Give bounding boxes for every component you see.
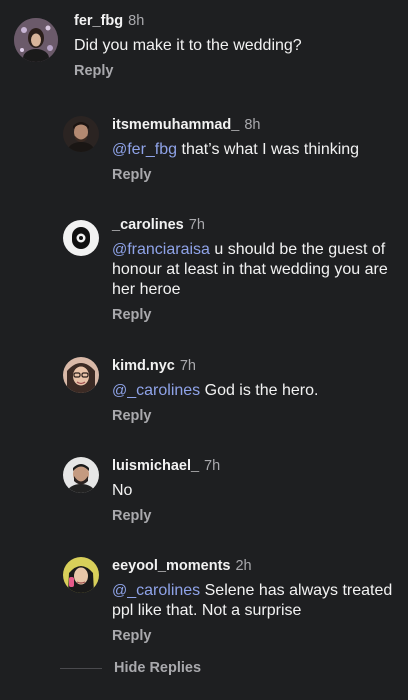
comment-text: @_carolines God is the hero. xyxy=(112,382,319,399)
mention-link[interactable]: @fer_fbg xyxy=(112,141,177,158)
username[interactable]: luismichael_ xyxy=(112,458,199,474)
username[interactable]: kimd.nyc xyxy=(112,358,175,374)
comment-text: No xyxy=(112,482,133,499)
avatar[interactable] xyxy=(63,357,99,393)
timestamp: 2h xyxy=(235,558,252,574)
avatar[interactable] xyxy=(63,557,99,593)
username[interactable]: _carolines xyxy=(112,217,184,233)
avatar[interactable] xyxy=(14,18,58,62)
hide-replies-button[interactable]: Hide Replies xyxy=(114,660,201,676)
hide-replies-row: Hide Replies xyxy=(60,660,201,676)
comment-text: @_carolines Selene has always treated pp… xyxy=(112,582,393,619)
timestamp: 7h xyxy=(188,217,205,233)
timestamp: 8h xyxy=(244,117,261,133)
timestamp: 8h xyxy=(128,13,145,29)
reply-button[interactable]: Reply xyxy=(112,306,400,324)
mention-link[interactable]: @_carolines xyxy=(112,382,200,399)
reply-button[interactable]: Reply xyxy=(112,166,400,184)
at-icon: @ xyxy=(112,382,128,399)
timestamp: 7h xyxy=(179,358,196,374)
reply-button[interactable]: Reply xyxy=(112,507,400,525)
at-icon: @ xyxy=(112,582,128,599)
username[interactable]: eeyool_moments xyxy=(112,558,230,574)
at-icon: @ xyxy=(112,141,128,158)
avatar[interactable] xyxy=(63,116,99,152)
divider-line xyxy=(60,667,102,669)
comment-text: @franciaraisa u should be the guest of h… xyxy=(112,241,388,298)
comment-text: Did you make it to the wedding? xyxy=(74,37,302,54)
avatar[interactable] xyxy=(63,457,99,493)
mention-link[interactable]: @_carolines xyxy=(112,582,200,599)
comments-thread: fer_fbg 8h Did you make it to the wedding… xyxy=(0,0,408,700)
reply-button[interactable]: Reply xyxy=(74,62,400,80)
timestamp: 7h xyxy=(204,458,221,474)
reply-button[interactable]: Reply xyxy=(112,407,400,425)
reply-button[interactable]: Reply xyxy=(112,627,400,645)
at-icon: @ xyxy=(112,241,128,258)
username[interactable]: fer_fbg xyxy=(74,13,123,29)
mention-link[interactable]: @franciaraisa xyxy=(112,241,210,258)
username[interactable]: itsmemuhammad_ xyxy=(112,117,239,133)
avatar[interactable] xyxy=(63,220,99,256)
comment-text: @fer_fbg that’s what I was thinking xyxy=(112,141,360,158)
